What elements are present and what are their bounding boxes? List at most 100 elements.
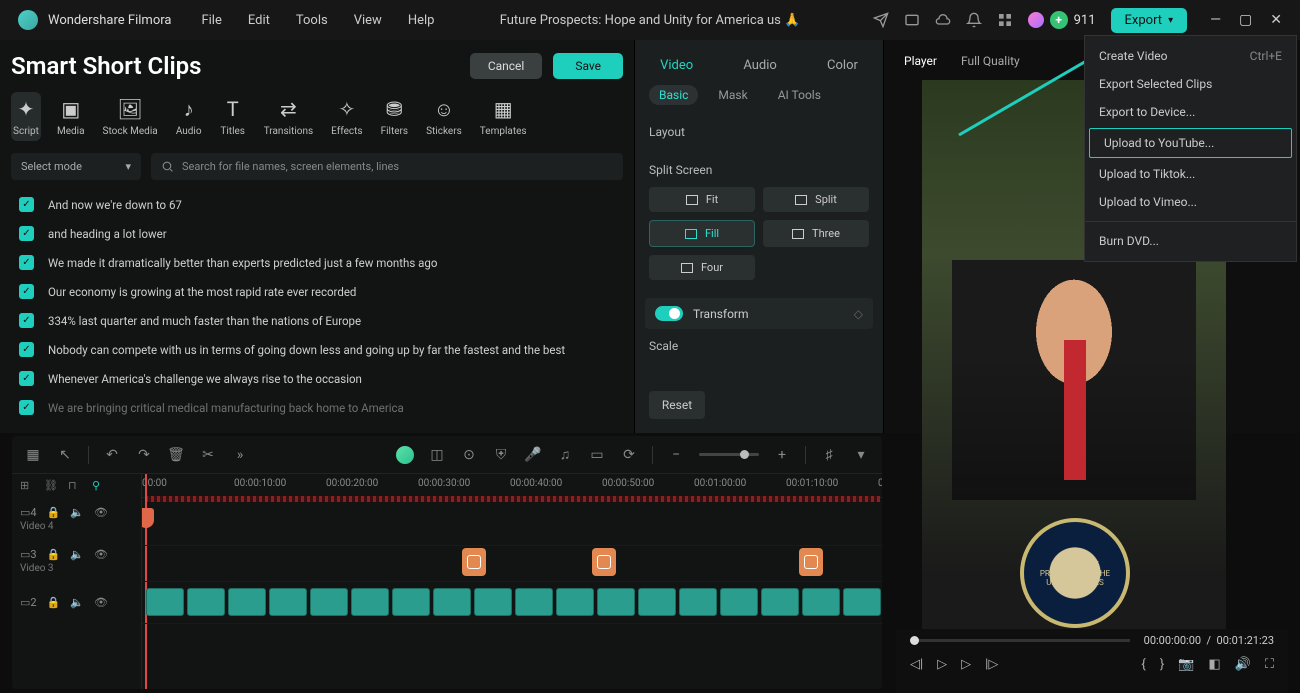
cut-icon[interactable]: ✂ bbox=[199, 446, 217, 464]
split-four[interactable]: Four bbox=[649, 255, 755, 280]
checkbox-icon[interactable]: ✓ bbox=[19, 400, 34, 415]
script-line[interactable]: ✓334% last quarter and much faster than … bbox=[11, 306, 623, 335]
preview-tab-player[interactable]: Player bbox=[904, 54, 937, 68]
transform-toggle[interactable] bbox=[655, 306, 683, 321]
export-upload-tiktok[interactable]: Upload to Tiktok... bbox=[1085, 160, 1296, 188]
mark-in-icon[interactable]: { bbox=[1141, 657, 1145, 672]
link-icon[interactable]: ⛓ bbox=[44, 479, 58, 493]
redo-icon[interactable]: ↷ bbox=[135, 446, 153, 464]
visibility-icon[interactable]: 👁 bbox=[94, 548, 108, 561]
preview-tab-fullquality[interactable]: Full Quality bbox=[961, 54, 1020, 68]
keyframe-icon[interactable]: ◇ bbox=[854, 307, 863, 321]
checkbox-icon[interactable]: ✓ bbox=[19, 255, 34, 270]
stop-icon[interactable]: ▷ bbox=[961, 657, 971, 672]
script-line[interactable]: ✓Our economy is growing at the most rapi… bbox=[11, 277, 623, 306]
video-clip[interactable] bbox=[515, 588, 553, 616]
video-clip[interactable] bbox=[187, 588, 225, 616]
script-line[interactable]: ✓And now we're down to 67 bbox=[11, 190, 623, 219]
zoom-in-icon[interactable]: + bbox=[773, 446, 791, 464]
maximize-button[interactable]: ▢ bbox=[1239, 12, 1252, 28]
subtab-basic[interactable]: Basic bbox=[649, 85, 698, 105]
more-icon[interactable]: » bbox=[231, 446, 249, 464]
category-script[interactable]: ✦Script bbox=[11, 92, 41, 141]
ai-icon[interactable] bbox=[396, 446, 414, 464]
subtab-mask[interactable]: Mask bbox=[708, 85, 757, 105]
category-templates[interactable]: ▦Templates bbox=[478, 92, 529, 141]
video-clip[interactable] bbox=[720, 588, 758, 616]
checkbox-icon[interactable]: ✓ bbox=[19, 371, 34, 386]
checkbox-icon[interactable]: ✓ bbox=[19, 197, 34, 212]
time-ruler[interactable]: 00:0000:00:10:0000:00:20:0000:00:30:0000… bbox=[142, 474, 882, 498]
shield-icon[interactable]: ⛨ bbox=[492, 446, 510, 464]
compare-icon[interactable]: ◧ bbox=[1208, 657, 1220, 672]
video-clip[interactable] bbox=[802, 588, 840, 616]
mute-icon[interactable]: 🔈 bbox=[70, 596, 84, 609]
checkbox-icon[interactable]: ✓ bbox=[19, 313, 34, 328]
split-split[interactable]: Split bbox=[763, 187, 869, 212]
video-clip[interactable] bbox=[146, 588, 184, 616]
checkbox-icon[interactable]: ✓ bbox=[19, 226, 34, 241]
video-clip[interactable] bbox=[761, 588, 799, 616]
export-burn-dvd[interactable]: Burn DVD... bbox=[1085, 227, 1296, 255]
save-button[interactable]: Save bbox=[553, 53, 623, 79]
undo-icon[interactable]: ↶ bbox=[103, 446, 121, 464]
export-selected-clips[interactable]: Export Selected Clips bbox=[1085, 70, 1296, 98]
minimize-button[interactable]: — bbox=[1210, 12, 1221, 28]
grid-icon[interactable]: ▦ bbox=[24, 446, 42, 464]
category-effects[interactable]: ✧Effects bbox=[329, 92, 364, 141]
crop-icon[interactable]: ◫ bbox=[428, 446, 446, 464]
lock-icon[interactable]: 🔒 bbox=[47, 548, 61, 561]
script-line[interactable]: ✓and heading a lot lower bbox=[11, 219, 623, 248]
visibility-icon[interactable]: 👁 bbox=[94, 596, 108, 609]
mute-icon[interactable]: 🔈 bbox=[70, 548, 84, 561]
menu-edit[interactable]: Edit bbox=[248, 13, 270, 28]
volume-icon[interactable]: 🔊 bbox=[1235, 657, 1251, 672]
add-credits-icon[interactable]: + bbox=[1050, 11, 1068, 29]
video-clip[interactable] bbox=[556, 588, 594, 616]
mute-icon[interactable]: 🔈 bbox=[70, 506, 84, 519]
checkbox-icon[interactable]: ✓ bbox=[19, 284, 34, 299]
marker-icon[interactable]: ▭ bbox=[588, 446, 606, 464]
playback-slider[interactable] bbox=[910, 639, 1130, 642]
video-clip[interactable] bbox=[679, 588, 717, 616]
close-button[interactable]: ✕ bbox=[1270, 12, 1282, 28]
menu-tools[interactable]: Tools bbox=[296, 13, 328, 28]
split-three[interactable]: Three bbox=[763, 220, 869, 247]
track-head-3[interactable]: ▭3🔒🔈👁Video 3 bbox=[12, 540, 141, 582]
reset-button[interactable]: Reset bbox=[649, 391, 705, 419]
script-line[interactable]: ✓Whenever America's challenge we always … bbox=[11, 364, 623, 393]
category-transitions[interactable]: ⇄Transitions bbox=[262, 92, 315, 141]
pin-icon[interactable]: ⚲ bbox=[92, 479, 106, 493]
mark-out-icon[interactable]: } bbox=[1160, 657, 1164, 672]
category-audio[interactable]: ♪Audio bbox=[174, 92, 204, 141]
subtab-aitools[interactable]: AI Tools bbox=[768, 85, 831, 105]
video-clip[interactable] bbox=[228, 588, 266, 616]
bell-icon[interactable] bbox=[966, 12, 982, 28]
video-clip[interactable] bbox=[310, 588, 348, 616]
export-upload-youtube[interactable]: Upload to YouTube... bbox=[1089, 128, 1292, 158]
speed-icon[interactable]: ⊙ bbox=[460, 446, 478, 464]
render-icon[interactable]: ⟳ bbox=[620, 446, 638, 464]
credits[interactable]: + 911 bbox=[1028, 11, 1096, 29]
track-head-4[interactable]: ▭4🔒🔈👁Video 4 bbox=[12, 498, 141, 540]
next-frame-icon[interactable]: |▷ bbox=[985, 657, 998, 672]
timeline-tracks[interactable]: 00:0000:00:10:0000:00:20:0000:00:30:0000… bbox=[142, 474, 882, 689]
lock-icon[interactable]: 🔒 bbox=[47, 506, 61, 519]
script-line[interactable]: ✓Nobody can compete with us in terms of … bbox=[11, 335, 623, 364]
clip-marker[interactable] bbox=[799, 548, 823, 576]
visibility-icon[interactable]: 👁 bbox=[94, 506, 108, 519]
export-button[interactable]: Export ▾ bbox=[1111, 8, 1188, 33]
mode-select[interactable]: Select mode▾ bbox=[11, 153, 141, 180]
video-clip[interactable] bbox=[638, 588, 676, 616]
delete-icon[interactable]: 🗑 bbox=[167, 446, 185, 464]
apps-icon[interactable] bbox=[997, 12, 1013, 28]
snapshot-icon[interactable]: 📷 bbox=[1178, 657, 1194, 672]
export-upload-vimeo[interactable]: Upload to Vimeo... bbox=[1085, 188, 1296, 216]
category-filters[interactable]: ⛃Filters bbox=[379, 92, 411, 141]
mic-icon[interactable]: 🎤 bbox=[524, 446, 542, 464]
zoom-slider[interactable] bbox=[699, 453, 759, 456]
tab-video[interactable]: Video bbox=[652, 54, 701, 77]
music-icon[interactable]: ♫ bbox=[556, 446, 574, 464]
category-stickers[interactable]: ☺Stickers bbox=[424, 92, 464, 141]
video-clip[interactable] bbox=[433, 588, 471, 616]
